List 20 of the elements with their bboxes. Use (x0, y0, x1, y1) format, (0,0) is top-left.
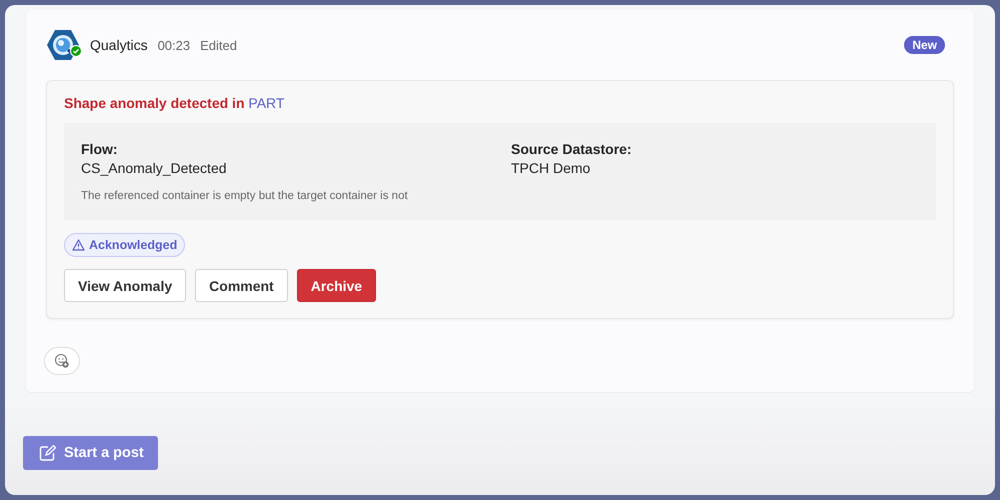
author-name: Qualytics (90, 37, 148, 53)
edited-label: Edited (200, 38, 237, 52)
field-value: CS_Anomaly_Detected (81, 160, 228, 176)
status-label: Acknowledged (89, 238, 178, 252)
start-post-button[interactable]: Start a post (23, 436, 158, 470)
new-badge: New (904, 36, 945, 54)
description-text: The referenced container is empty but the target container is not (81, 190, 409, 202)
compose-icon (39, 444, 56, 462)
field-label: Flow: (81, 141, 119, 157)
post-time: 00:23 (158, 38, 190, 52)
field-label: Source Datastore: (511, 141, 633, 157)
reaction-button[interactable] (44, 347, 80, 375)
action-button[interactable]: Comment (195, 269, 288, 302)
target-link[interactable]: PART (248, 95, 284, 111)
action-button[interactable]: Archive (296, 269, 376, 302)
action-button[interactable]: View Anomaly (64, 269, 186, 302)
warning-icon (72, 239, 85, 251)
alert-title: Shape anomaly detected in PART (64, 95, 286, 111)
field-value: TPCH Demo (511, 160, 592, 176)
emoji-add-icon (54, 353, 70, 369)
